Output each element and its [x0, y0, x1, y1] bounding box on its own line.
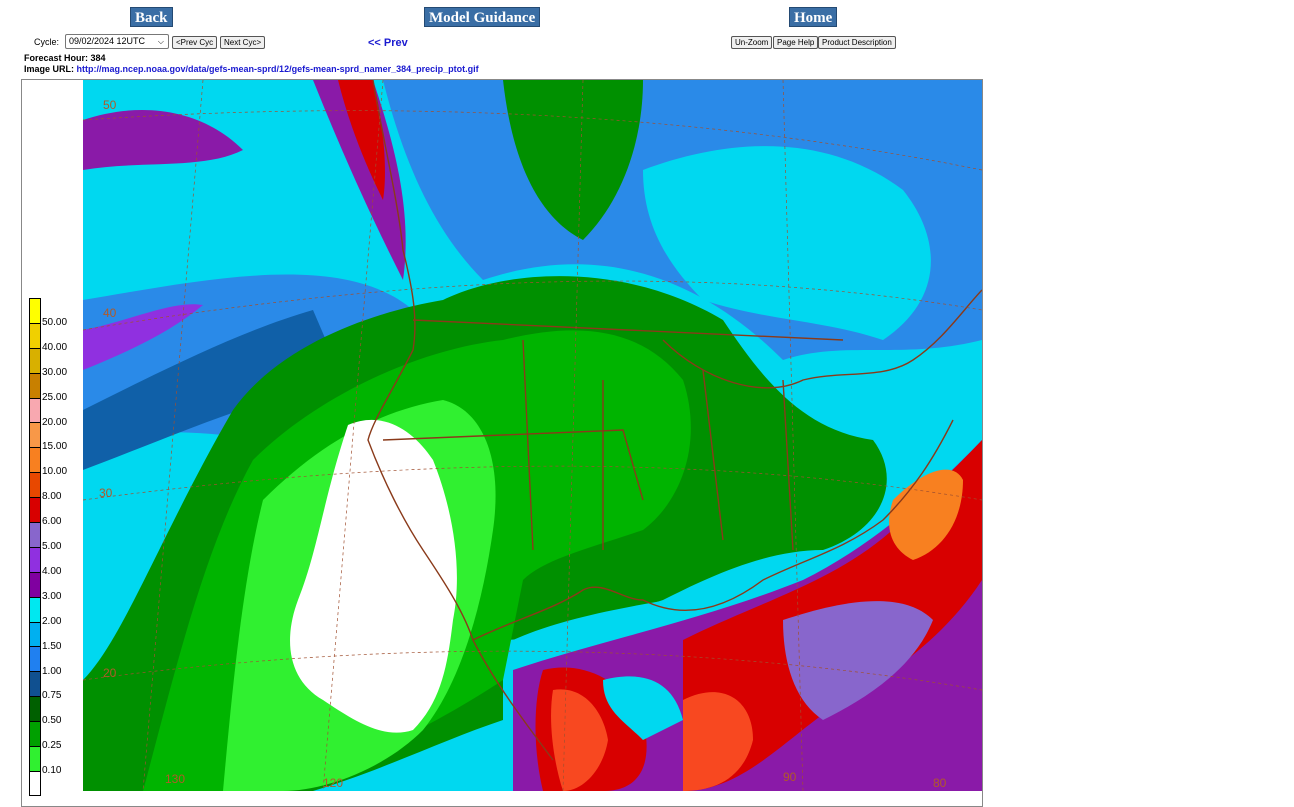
precipitation-map-svg — [83, 80, 982, 791]
legend-label: 0.25 — [42, 740, 62, 752]
lon-label: 130 — [165, 772, 186, 786]
legend-swatch — [29, 621, 41, 647]
legend-label: 20.00 — [42, 416, 68, 428]
legend-label: 25.00 — [42, 391, 68, 403]
legend-swatch — [29, 746, 41, 771]
legend-swatch — [29, 522, 41, 547]
precipitation-map[interactable]: 50 40 30 20 130 120 90 80 — [83, 80, 982, 791]
legend-label: 30.00 — [42, 366, 68, 378]
legend-label: 4.00 — [42, 565, 62, 577]
legend-swatch — [29, 447, 41, 473]
forecast-hour-value: 384 — [90, 53, 106, 63]
legend-swatch — [29, 770, 41, 796]
lon-label: 90 — [783, 770, 797, 784]
chevron-down-icon: ⌵ — [157, 37, 164, 46]
legend-swatch — [29, 372, 41, 398]
legend-label: 1.50 — [42, 640, 62, 652]
prev-cycle-button[interactable]: <Prev Cyc — [172, 36, 218, 49]
legend-label: 10.00 — [42, 466, 68, 478]
legend-swatch — [29, 322, 41, 348]
legend-swatch — [29, 298, 41, 323]
product-description-button[interactable]: Product Description — [818, 36, 896, 49]
color-legend: 50.00 40.00 30.00 25.00 20.00 15.00 10.00 8.00 6… — [29, 298, 67, 796]
legend-swatch — [29, 596, 41, 622]
page-help-button[interactable]: Page Help — [773, 36, 819, 49]
home-button[interactable]: Home — [789, 7, 838, 27]
next-cycle-button[interactable]: Next Cyc> — [220, 36, 266, 49]
legend-swatch — [29, 546, 41, 572]
legend-label: 0.50 — [42, 715, 62, 727]
legend-label: 8.00 — [42, 491, 62, 503]
legend-label: 2.00 — [42, 615, 62, 627]
cycle-select[interactable]: 09/02/2024 12UTC ⌵ — [65, 34, 169, 49]
legend-swatch — [29, 422, 41, 448]
legend-swatch — [29, 472, 41, 498]
legend-swatch — [29, 646, 41, 672]
legend-label: 15.00 — [42, 441, 68, 453]
lat-label: 50 — [103, 98, 117, 112]
forecast-hour-line: Forecast Hour: 384 — [24, 53, 106, 63]
legend-label: 5.00 — [42, 541, 62, 552]
legend-label: 40.00 — [42, 341, 68, 353]
legend-swatch — [29, 671, 41, 697]
legend-swatch — [29, 696, 41, 722]
lat-label: 30 — [99, 486, 113, 500]
legend-label: 6.00 — [42, 516, 62, 528]
legend-swatch — [29, 397, 41, 423]
legend-swatch — [29, 721, 41, 747]
legend-swatch — [29, 347, 41, 373]
prev-link[interactable]: << Prev — [368, 37, 408, 49]
lat-label: 40 — [103, 306, 117, 320]
cycle-label: Cycle: — [34, 37, 60, 47]
image-url-link[interactable]: http://mag.ncep.noaa.gov/data/gefs-mean-… — [77, 64, 479, 74]
lon-label: 80 — [933, 776, 947, 790]
legend-label: 0.75 — [42, 690, 62, 702]
lat-label: 20 — [103, 666, 117, 680]
lon-label: 120 — [323, 776, 344, 790]
legend-swatch — [29, 571, 41, 597]
model-guidance-button[interactable]: Model Guidance — [424, 7, 541, 27]
unzoom-button[interactable]: Un-Zoom — [731, 36, 773, 49]
legend-label: 3.00 — [42, 590, 62, 602]
cycle-select-value: 09/02/2024 12UTC — [69, 36, 146, 46]
image-url-line: Image URL: http://mag.ncep.noaa.gov/data… — [24, 64, 479, 74]
legend-label: 50.00 — [42, 316, 68, 328]
legend-label: 0.10 — [42, 765, 62, 777]
image-url-label: Image URL: — [24, 64, 75, 74]
legend-swatch — [29, 497, 41, 523]
back-button[interactable]: Back — [130, 7, 173, 27]
legend-label: 1.00 — [42, 665, 62, 677]
forecast-hour-label: Forecast Hour: — [24, 53, 89, 63]
